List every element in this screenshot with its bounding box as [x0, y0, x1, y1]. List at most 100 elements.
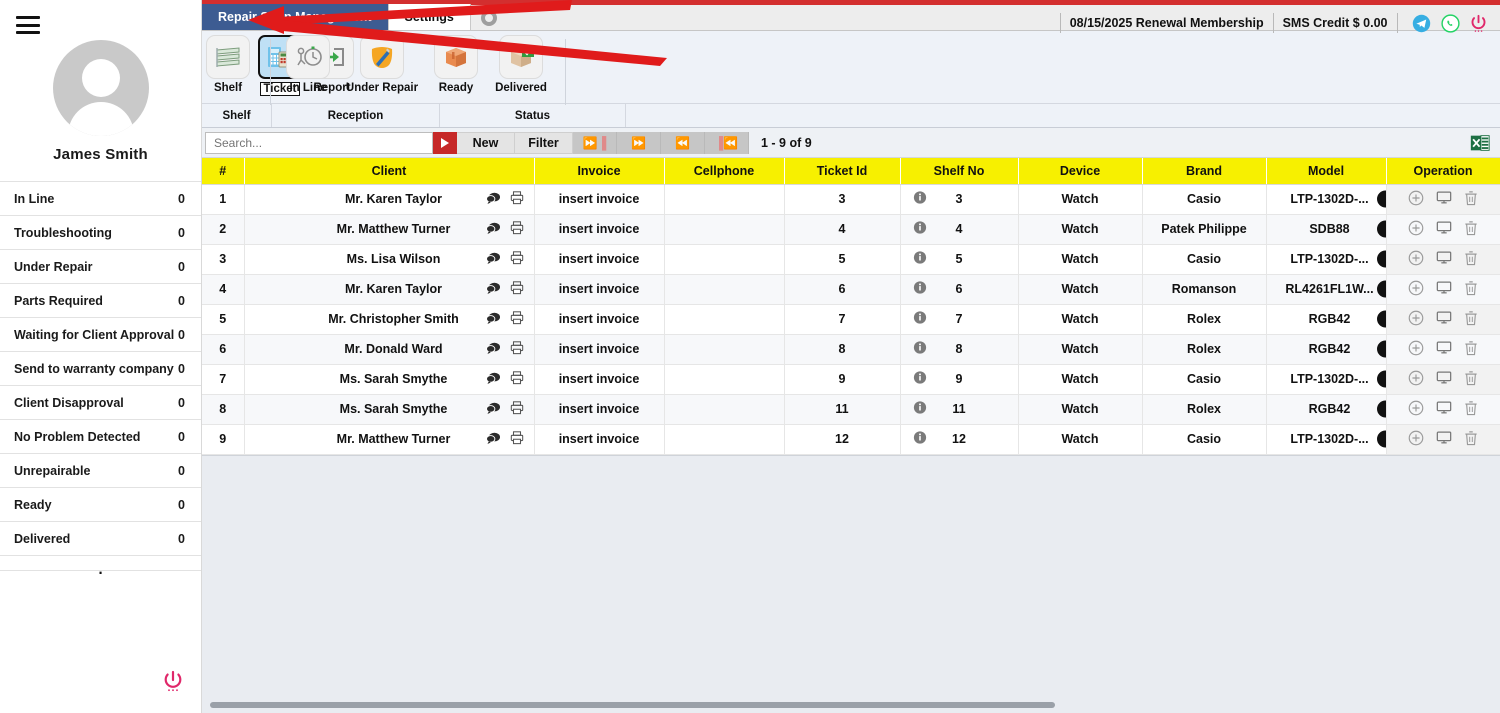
monitor-icon[interactable] [1436, 220, 1452, 238]
ribbon-button-ready[interactable]: Ready [431, 35, 481, 94]
sidebar-item-send-to-warranty-company[interactable]: Send to warranty company 0 [0, 352, 201, 386]
plus-circle-icon[interactable] [1408, 370, 1424, 389]
ribbon-button-under-repair[interactable]: Under Repair [341, 35, 423, 94]
printer-icon[interactable] [510, 281, 524, 298]
whatsapp-icon[interactable] [1440, 13, 1460, 33]
excel-export-icon[interactable] [1469, 132, 1491, 154]
cell-client[interactable]: Mr. Matthew Turner [244, 214, 535, 245]
info-icon[interactable] [913, 281, 927, 298]
info-icon[interactable] [913, 401, 927, 418]
cell-client[interactable]: Ms. Lisa Wilson [244, 244, 535, 275]
printer-icon[interactable] [510, 401, 524, 418]
sidebar-item-parts-required[interactable]: Parts Required 0 [0, 284, 201, 318]
info-icon[interactable] [913, 191, 927, 208]
printer-icon[interactable] [510, 431, 524, 448]
monitor-icon[interactable] [1436, 250, 1452, 268]
plus-circle-icon[interactable] [1408, 220, 1424, 239]
ribbon-button-in-line[interactable]: In Line [283, 35, 333, 94]
printer-icon[interactable] [510, 251, 524, 268]
cell-client[interactable]: Mr. Donald Ward [244, 334, 535, 365]
monitor-icon[interactable] [1436, 370, 1452, 388]
col-ticket-id[interactable]: Ticket Id [784, 158, 901, 185]
cell-invoice[interactable]: insert invoice [534, 424, 665, 455]
cell-client[interactable]: Ms. Sarah Smythe [244, 394, 535, 425]
cell-invoice[interactable]: insert invoice [534, 214, 665, 245]
col-cellphone[interactable]: Cellphone [664, 158, 785, 185]
table-row[interactable]: 5 Mr. Christopher Smith insert invoice 7 7 Wa… [202, 304, 1500, 335]
sidebar-item-client-disapproval[interactable]: Client Disapproval 0 [0, 386, 201, 420]
trash-icon[interactable] [1464, 400, 1478, 419]
page-next-icon[interactable]: ⏩ [617, 131, 661, 154]
printer-icon[interactable] [510, 371, 524, 388]
cell-client[interactable]: Mr. Christopher Smith [244, 304, 535, 335]
table-row[interactable]: 4 Mr. Karen Taylor insert invoice 6 6 Watch Ro… [202, 274, 1500, 305]
sidebar-item-waiting-for-client-approval[interactable]: Waiting for Client Approval 0 [0, 318, 201, 352]
monitor-icon[interactable] [1436, 310, 1452, 328]
sidebar-item-in-line[interactable]: In Line 0 [0, 182, 201, 216]
trash-icon[interactable] [1464, 370, 1478, 389]
cell-invoice[interactable]: insert invoice [534, 334, 665, 365]
horizontal-scrollbar[interactable] [210, 702, 1055, 708]
table-row[interactable]: 2 Mr. Matthew Turner insert invoice 4 4 Watch… [202, 214, 1500, 245]
filter-button[interactable]: Filter [515, 131, 573, 154]
col-invoice[interactable]: Invoice [534, 158, 665, 185]
plus-circle-icon[interactable] [1408, 430, 1424, 449]
info-icon[interactable] [913, 341, 927, 358]
printer-icon[interactable] [510, 311, 524, 328]
page-first-icon[interactable]: ▐⏪ [705, 131, 749, 154]
col-client[interactable]: Client [244, 158, 535, 185]
plus-circle-icon[interactable] [1408, 310, 1424, 329]
chat-icon[interactable] [485, 401, 501, 417]
trash-icon[interactable] [1464, 430, 1478, 449]
power-icon[interactable] [163, 670, 183, 697]
chat-icon[interactable] [485, 191, 501, 207]
plus-circle-icon[interactable] [1408, 190, 1424, 209]
chat-icon[interactable] [485, 281, 501, 297]
plus-circle-icon[interactable] [1408, 250, 1424, 269]
chat-icon[interactable] [485, 431, 501, 447]
cell-client[interactable]: Mr. Matthew Turner [244, 424, 535, 455]
printer-icon[interactable] [510, 191, 524, 208]
cell-invoice[interactable]: insert invoice [534, 184, 665, 215]
info-icon[interactable] [913, 221, 927, 238]
table-row[interactable]: 3 Ms. Lisa Wilson insert invoice 5 5 Watch Cas… [202, 244, 1500, 275]
chat-icon[interactable] [485, 251, 501, 267]
cell-client[interactable]: Mr. Karen Taylor [244, 184, 535, 215]
cell-invoice[interactable]: insert invoice [534, 304, 665, 335]
chat-icon[interactable] [485, 371, 501, 387]
hamburger-icon[interactable] [16, 16, 40, 34]
col-device[interactable]: Device [1018, 158, 1143, 185]
search-input[interactable] [212, 134, 426, 151]
col-model[interactable]: Model [1266, 158, 1387, 185]
printer-icon[interactable] [510, 341, 524, 358]
sidebar-item-no-problem-detected[interactable]: No Problem Detected 0 [0, 420, 201, 454]
col-operation[interactable]: Operation [1386, 158, 1500, 185]
cell-client[interactable]: Mr. Karen Taylor [244, 274, 535, 305]
table-row[interactable]: 8 Ms. Sarah Smythe insert invoice 11 11 Watch… [202, 394, 1500, 425]
power-icon[interactable] [1470, 14, 1487, 33]
telegram-icon[interactable] [1412, 14, 1431, 33]
trash-icon[interactable] [1464, 310, 1478, 329]
sidebar-item-troubleshooting[interactable]: Troubleshooting 0 [0, 216, 201, 250]
info-icon[interactable] [913, 431, 927, 448]
plus-circle-icon[interactable] [1408, 280, 1424, 299]
cell-invoice[interactable]: insert invoice [534, 394, 665, 425]
ribbon-button-shelf[interactable]: Shelf [206, 35, 250, 96]
monitor-icon[interactable] [1436, 430, 1452, 448]
tab-settings[interactable]: Settings [387, 4, 471, 30]
search-input-wrap[interactable] [205, 131, 433, 154]
sidebar-item-unrepairable[interactable]: Unrepairable 0 [0, 454, 201, 488]
monitor-icon[interactable] [1436, 400, 1452, 418]
col-shelf-no[interactable]: Shelf No [900, 158, 1019, 185]
cell-invoice[interactable]: insert invoice [534, 274, 665, 305]
sidebar-item-ready[interactable]: Ready 0 [0, 488, 201, 522]
col-brand[interactable]: Brand [1142, 158, 1267, 185]
chat-icon[interactable] [485, 311, 501, 327]
close-circle-icon[interactable] [480, 9, 497, 26]
info-icon[interactable] [913, 371, 927, 388]
trash-icon[interactable] [1464, 220, 1478, 239]
sidebar-item-delivered[interactable]: Delivered 0 [0, 522, 201, 556]
cell-invoice[interactable]: insert invoice [534, 244, 665, 275]
printer-icon[interactable] [510, 221, 524, 238]
chat-icon[interactable] [485, 341, 501, 357]
